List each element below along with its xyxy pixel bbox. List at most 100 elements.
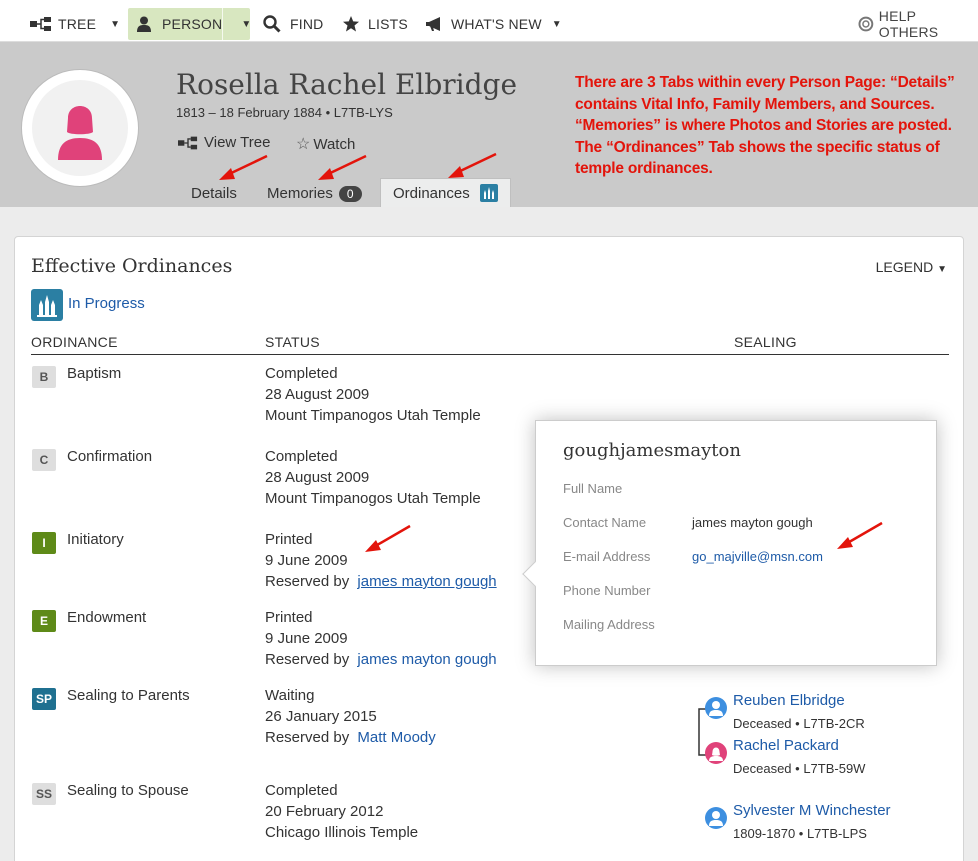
ordinance-name: Confirmation [67,448,153,465]
popup-username: goughjamesmayton [563,440,741,461]
ordinance-status: Completed [265,448,338,465]
annotation-arrow [837,521,883,549]
ordinance-date: 28 August 2009 [265,386,370,403]
contact-name-label: Contact Name [563,515,647,530]
phone-label: Phone Number [563,583,651,598]
nav-help-others[interactable]: HELP OTHERS [858,6,978,42]
ordinance-code-badge: SS [32,783,56,805]
legend-dropdown[interactable]: LEGEND ▼ [876,259,947,275]
father-link[interactable]: Reuben Elbridge [733,692,845,709]
email-link[interactable]: go_majville@msn.com [692,549,823,564]
divider [31,354,949,355]
ordinance-name: Sealing to Parents [67,687,190,704]
tab-ordinances-label: Ordinances [393,184,470,202]
ordinance-name: Sealing to Spouse [67,782,189,799]
annotation-arrow [219,154,268,180]
tab-details-label: Details [191,185,237,202]
mother-link[interactable]: Rachel Packard [733,737,839,754]
email-label: E-mail Address [563,549,651,564]
spouse-link[interactable]: Sylvester M Winchester [733,802,891,819]
tree-icon [178,136,198,149]
ordinance-status: Printed [265,531,313,548]
view-tree-link[interactable]: View Tree [178,134,270,151]
reserved-by-prefix: Reserved by [265,729,350,746]
star-list-icon [343,16,359,32]
ordinance-temple: Mount Timpanogos Utah Temple [265,490,481,507]
mother-details: Deceased • L7TB-59W [733,761,866,776]
temple-icon [479,184,498,202]
tab-details[interactable]: Details [191,180,237,207]
reserver-link[interactable]: james mayton gough [357,573,496,590]
ordinance-code-badge: I [32,532,56,554]
nav-lists[interactable]: LISTS [342,6,408,42]
full-name-label: Full Name [563,481,623,496]
male-person-icon [705,697,727,719]
ordinance-date: 20 February 2012 [265,803,384,820]
temple-icon [31,289,63,321]
column-header-ordinance: ORDINANCE [31,334,118,350]
ordinance-status: Completed [265,782,338,799]
person-header: Rosella Rachel Elbridge 1813 – 18 Februa… [0,42,978,207]
tab-memories-label: Memories [267,185,333,202]
reserved-by-prefix: Reserved by [265,651,350,668]
watch-link[interactable]: ☆ Watch [296,134,355,154]
ordinance-code-badge: C [32,449,56,471]
tab-ordinances[interactable]: Ordinances [380,178,511,207]
spouse-details: 1809-1870 • L7TB-LPS [733,826,867,841]
ordinance-date: 28 August 2009 [265,469,370,486]
father-details: Deceased • L7TB-2CR [733,716,865,731]
annotation-arrow [448,152,497,178]
search-icon [263,15,281,33]
column-header-sealing: SEALING [734,334,797,350]
ordinance-name: Endowment [67,609,147,626]
nav-tree-label: TREE [58,16,97,32]
card-title: Effective Ordinances [31,255,233,277]
tab-memories[interactable]: Memories 0 [267,180,362,207]
chevron-down-icon[interactable]: ▼ [552,19,562,30]
column-header-status: STATUS [265,334,320,350]
chevron-down-icon[interactable]: ▼ [241,19,251,30]
tree-icon [30,17,51,31]
nav-find-label: FIND [290,16,324,32]
chevron-down-icon[interactable]: ▼ [110,19,120,30]
ordinance-status: Waiting [265,687,315,704]
ordinance-code-badge: B [32,366,56,388]
annotation-arrow [365,524,411,552]
view-tree-label: View Tree [204,134,271,151]
ordinance-temple: Mount Timpanogos Utah Temple [265,407,481,424]
female-person-icon [705,742,727,764]
top-navigation: TREE ▼ PERSON ▼ FIND LISTS WHAT'S NEW ▼ … [0,0,978,42]
reserved-by: Reserved by james mayton gough [265,649,497,670]
ordinance-status: Printed [265,609,313,626]
nav-find[interactable]: FIND [263,6,323,42]
reserver-link[interactable]: james mayton gough [357,651,496,668]
nav-whats-new[interactable]: WHAT'S NEW ▼ [425,6,562,42]
avatar [21,69,139,187]
caret-down-icon: ▼ [937,264,947,275]
memories-count-badge: 0 [338,185,362,202]
megaphone-icon [426,17,440,31]
legend-label: LEGEND [875,259,934,275]
nav-person-inner[interactable]: PERSON ▼ [137,6,251,42]
ordinance-date: 9 June 2009 [265,552,348,569]
ordinance-name: Baptism [67,365,122,382]
ordinance-name: Initiatory [67,531,124,548]
annotation-arrow [318,154,367,180]
reserved-by: Reserved by Matt Moody [265,727,436,748]
ordinance-date: 9 June 2009 [265,630,348,647]
male-person-icon [705,807,727,829]
annotation-note: There are 3 Tabs within every Person Pag… [575,74,955,177]
ordinance-date: 26 January 2015 [265,708,377,725]
reserver-link[interactable]: Matt Moody [357,729,435,746]
nav-tree[interactable]: TREE ▼ [30,6,120,42]
nav-whats-new-label: WHAT'S NEW [451,16,542,32]
person-summary: 1813 – 18 February 1884 • L7TB-LYS [176,105,393,120]
ordinance-status: Completed [265,365,338,382]
nav-help-others-label: HELP OTHERS [878,8,939,40]
lifebuoy-icon [858,16,874,32]
ordinance-temple: Chicago Illinois Temple [265,824,419,841]
in-progress-label[interactable]: In Progress [68,295,145,312]
ordinance-code-badge: SP [32,688,56,710]
watch-label: Watch [313,135,356,153]
nav-lists-label: LISTS [368,16,408,32]
